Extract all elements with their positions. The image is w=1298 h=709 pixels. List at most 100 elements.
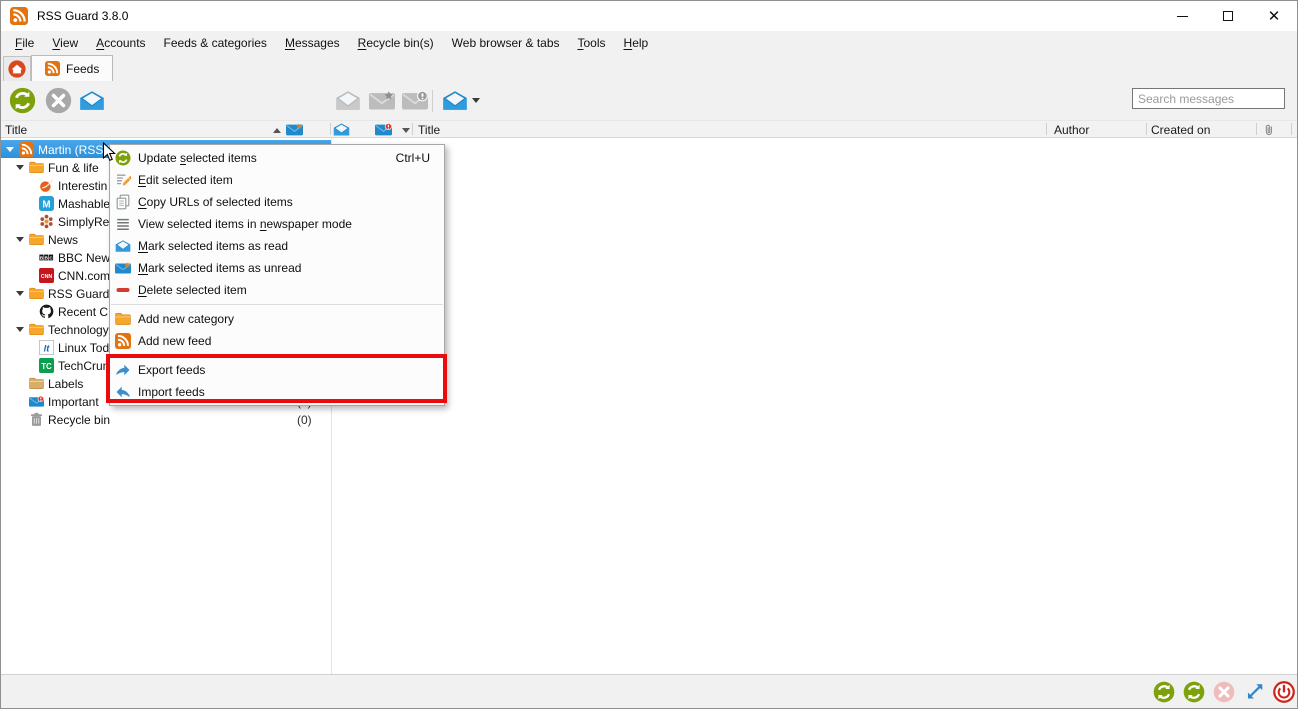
toolbar [1,81,1297,120]
feed-label: Recycle bin [48,413,110,427]
copy-urls-of-selected-items-menu-item[interactable]: Copy URLs of selected items [110,191,444,213]
add-new-feed-menu-item[interactable]: Add new feed [110,330,444,352]
env-open-blue-icon [79,90,105,111]
fullscreen-button[interactable] [1243,681,1265,703]
quit-button[interactable] [1273,681,1295,703]
expander-icon[interactable] [16,291,24,296]
maximize-icon [1223,11,1233,21]
update-all-feeds-button[interactable] [9,87,36,114]
flower-icon [39,214,54,229]
feed-label: Interestin [58,179,107,193]
titlebar: RSS Guard 3.8.0 ✕ [1,1,1297,31]
column-separator [330,123,331,135]
menu-separator [111,304,443,305]
update-feeds-2-button[interactable] [1183,681,1205,703]
expander-icon[interactable] [16,327,24,332]
env-open-blue-icon [115,238,131,254]
created-on-header[interactable]: Created on [1151,123,1210,137]
tab-home[interactable] [3,56,31,81]
feed-count-column-header[interactable] [286,122,303,137]
feed-label: News [48,233,78,247]
expander-icon[interactable] [16,237,24,242]
mark-selected-items-as-unread-menu-item[interactable]: Mark selected items as unread [110,257,444,279]
power-icon [1273,681,1295,703]
folder-icon [29,232,44,247]
menubar-item-view[interactable]: View [43,33,87,53]
edit-selected-item-menu-item[interactable]: Edit selected item [110,169,444,191]
menu-item-label: Add new feed [138,334,211,348]
feed-label: Recent C [58,305,108,319]
home-icon [8,60,26,78]
update-selected-items-menu-item[interactable]: Update selected itemsCtrl+U [110,147,444,169]
app-rss-icon [10,7,28,25]
tab-feeds[interactable]: Feeds [31,55,113,81]
menubar-item-feeds-categories[interactable]: Feeds & categories [155,33,276,53]
mashable-icon: M [39,196,54,211]
stop-updates-button [1213,681,1235,703]
feed-list-title-header[interactable]: Title [5,123,27,137]
author-header[interactable]: Author [1054,123,1089,137]
column-separator [412,123,413,135]
menubar-item-help[interactable]: Help [615,33,658,53]
close-button[interactable]: ✕ [1251,1,1297,31]
unread-count: (0) [297,413,312,427]
folder-icon [29,160,44,175]
mark-selected-items-as-read-menu-item[interactable]: Mark selected items as read [110,235,444,257]
dropdown-caret-icon[interactable] [472,98,480,103]
feed-label: Important [48,395,99,409]
update-feeds-button[interactable] [1153,681,1175,703]
mark-selected-read-button [335,90,361,111]
mark-read-dropdown-button[interactable] [442,90,468,111]
github-icon [39,304,54,319]
menubar-item-file[interactable]: File [6,33,43,53]
column-separator [1146,123,1147,135]
menu-item-label: View selected items in newspaper mode [138,217,352,231]
feed-label: Technology [48,323,109,337]
feed-row-recycle-bin[interactable]: Recycle bin (0) [1,410,331,428]
rss-icon [45,61,60,76]
switch-importance-button [402,90,428,111]
minimize-button[interactable] [1159,1,1205,31]
folder-icon [29,286,44,301]
mark-all-read-button[interactable] [79,90,105,111]
highlight-red-box [106,354,447,403]
feed-label: Labels [48,377,83,391]
feed-label: RSS Guard [48,287,109,301]
expander-icon[interactable] [6,147,14,152]
menu-item-label: Edit selected item [138,173,233,187]
menubar-item-tools[interactable]: Tools [569,33,615,53]
menubar: FileViewAccountsFeeds & categoriesMessag… [1,31,1297,54]
tab-feeds-label: Feeds [66,62,99,76]
refresh-icon [115,150,131,166]
read-column-header[interactable] [333,122,350,137]
maximize-button[interactable] [1205,1,1251,31]
header-caret-icon[interactable] [402,128,410,133]
trash-icon [29,412,44,427]
menu-item-label: Copy URLs of selected items [138,195,293,209]
bbc-icon: BBC [39,250,54,265]
view-selected-items-in-newspaper-mode-menu-item[interactable]: View selected items in newspaper mode [110,213,444,235]
paperclip-icon[interactable] [1262,123,1276,137]
menu-item-label: Delete selected item [138,283,247,297]
folder-icon [115,311,131,327]
menubar-item-messages[interactable]: Messages [276,33,349,53]
expander-icon[interactable] [16,165,24,170]
rss-icon [115,333,131,349]
env-star-blue-icon [115,260,131,276]
stop-running-updates-button[interactable] [45,87,72,114]
add-new-category-menu-item[interactable]: Add new category [110,308,444,330]
importance-column-header[interactable] [375,122,392,137]
menubar-item-accounts[interactable]: Accounts [87,33,154,53]
message-title-header[interactable]: Title [418,123,440,137]
feed-label: Mashable [58,197,110,211]
menubar-item-recycle-bin-s[interactable]: Recycle bin(s) [349,33,443,53]
env-open-blue-icon [442,90,468,111]
newspaper-icon [115,216,131,232]
svg-text:M: M [42,199,50,210]
delete-selected-item-menu-item[interactable]: Delete selected item [110,279,444,301]
toolbar-separator [432,90,433,112]
window-controls: ✕ [1159,1,1297,31]
menubar-item-web-browser-tabs[interactable]: Web browser & tabs [443,33,569,53]
svg-text:CNN: CNN [41,274,53,280]
search-input[interactable] [1132,88,1285,109]
